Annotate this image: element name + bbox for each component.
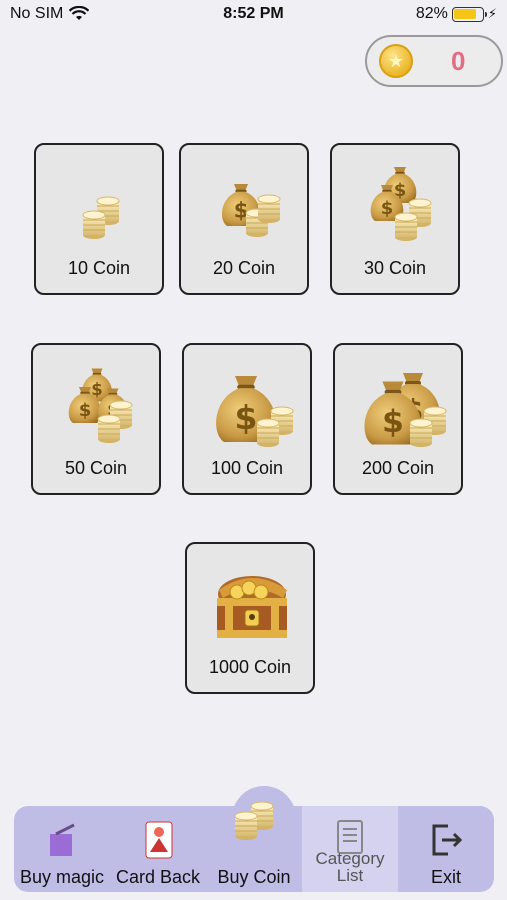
tab-label: Exit [430, 867, 461, 887]
charging-bolt-icon: ⚡ [487, 6, 497, 21]
star-coin-icon: ★ [379, 44, 413, 78]
money-bag-coins-icon [221, 184, 281, 238]
large-money-bag-icon [216, 376, 294, 448]
three-money-bags-icon [68, 368, 133, 444]
package-20-coin[interactable]: 20 Coin [179, 143, 309, 295]
package-50-coin[interactable]: 50 Coin [31, 343, 161, 495]
coin-balance: ★ 0 [365, 35, 503, 87]
treasure-chest-icon [217, 576, 287, 638]
package-100-coin[interactable]: 100 Coin [182, 343, 312, 495]
exit-icon [432, 824, 463, 856]
package-200-coin[interactable]: 200 Coin [333, 343, 463, 495]
tab-label: Buy Coin [217, 867, 291, 887]
battery-icon [451, 6, 487, 22]
tab-category-list[interactable]: Category List [302, 806, 398, 892]
package-label: 100 Coin [210, 458, 284, 478]
tab-buy-coin[interactable]: Buy Coin [206, 801, 302, 892]
package-label: 10 Coin [67, 258, 131, 278]
package-30-coin[interactable]: 30 Coin [330, 143, 460, 295]
magic-box-icon [50, 823, 75, 856]
battery-percent: 82% [415, 5, 448, 22]
package-label: 50 Coin [64, 458, 128, 478]
tab-label: Card Back [115, 867, 201, 887]
package-label: 200 Coin [361, 458, 435, 478]
tab-label: Buy magic [19, 867, 105, 887]
package-label: 30 Coin [363, 258, 427, 278]
package-label: 1000 Coin [208, 657, 292, 677]
coin-stack-icon [234, 801, 274, 841]
tab-card-back[interactable]: Card Back [110, 806, 206, 892]
card-back-icon [145, 821, 173, 859]
status-bar: No SIM 8:52 PM 82% ⚡ [0, 0, 507, 30]
coin-stack-icon [82, 196, 120, 240]
package-10-coin[interactable]: 10 Coin [34, 143, 164, 295]
package-1000-coin[interactable]: 1000 Coin [185, 542, 315, 694]
two-large-money-bags-icon [364, 373, 447, 448]
package-label: 20 Coin [212, 258, 276, 278]
tab-buy-magic[interactable]: Buy magic [14, 806, 110, 892]
battery-group: 82% ⚡ [416, 5, 497, 23]
two-money-bags-icon [370, 167, 432, 242]
battery-level [454, 9, 477, 19]
bottom-tab-bar: Buy magic Card Back Buy Coin Category Lis… [14, 801, 494, 892]
tab-label: Category List [302, 850, 398, 884]
coin-balance-value: 0 [451, 45, 466, 76]
tab-exit[interactable]: Exit [398, 806, 494, 892]
tab-label-line-2: List [336, 866, 364, 885]
